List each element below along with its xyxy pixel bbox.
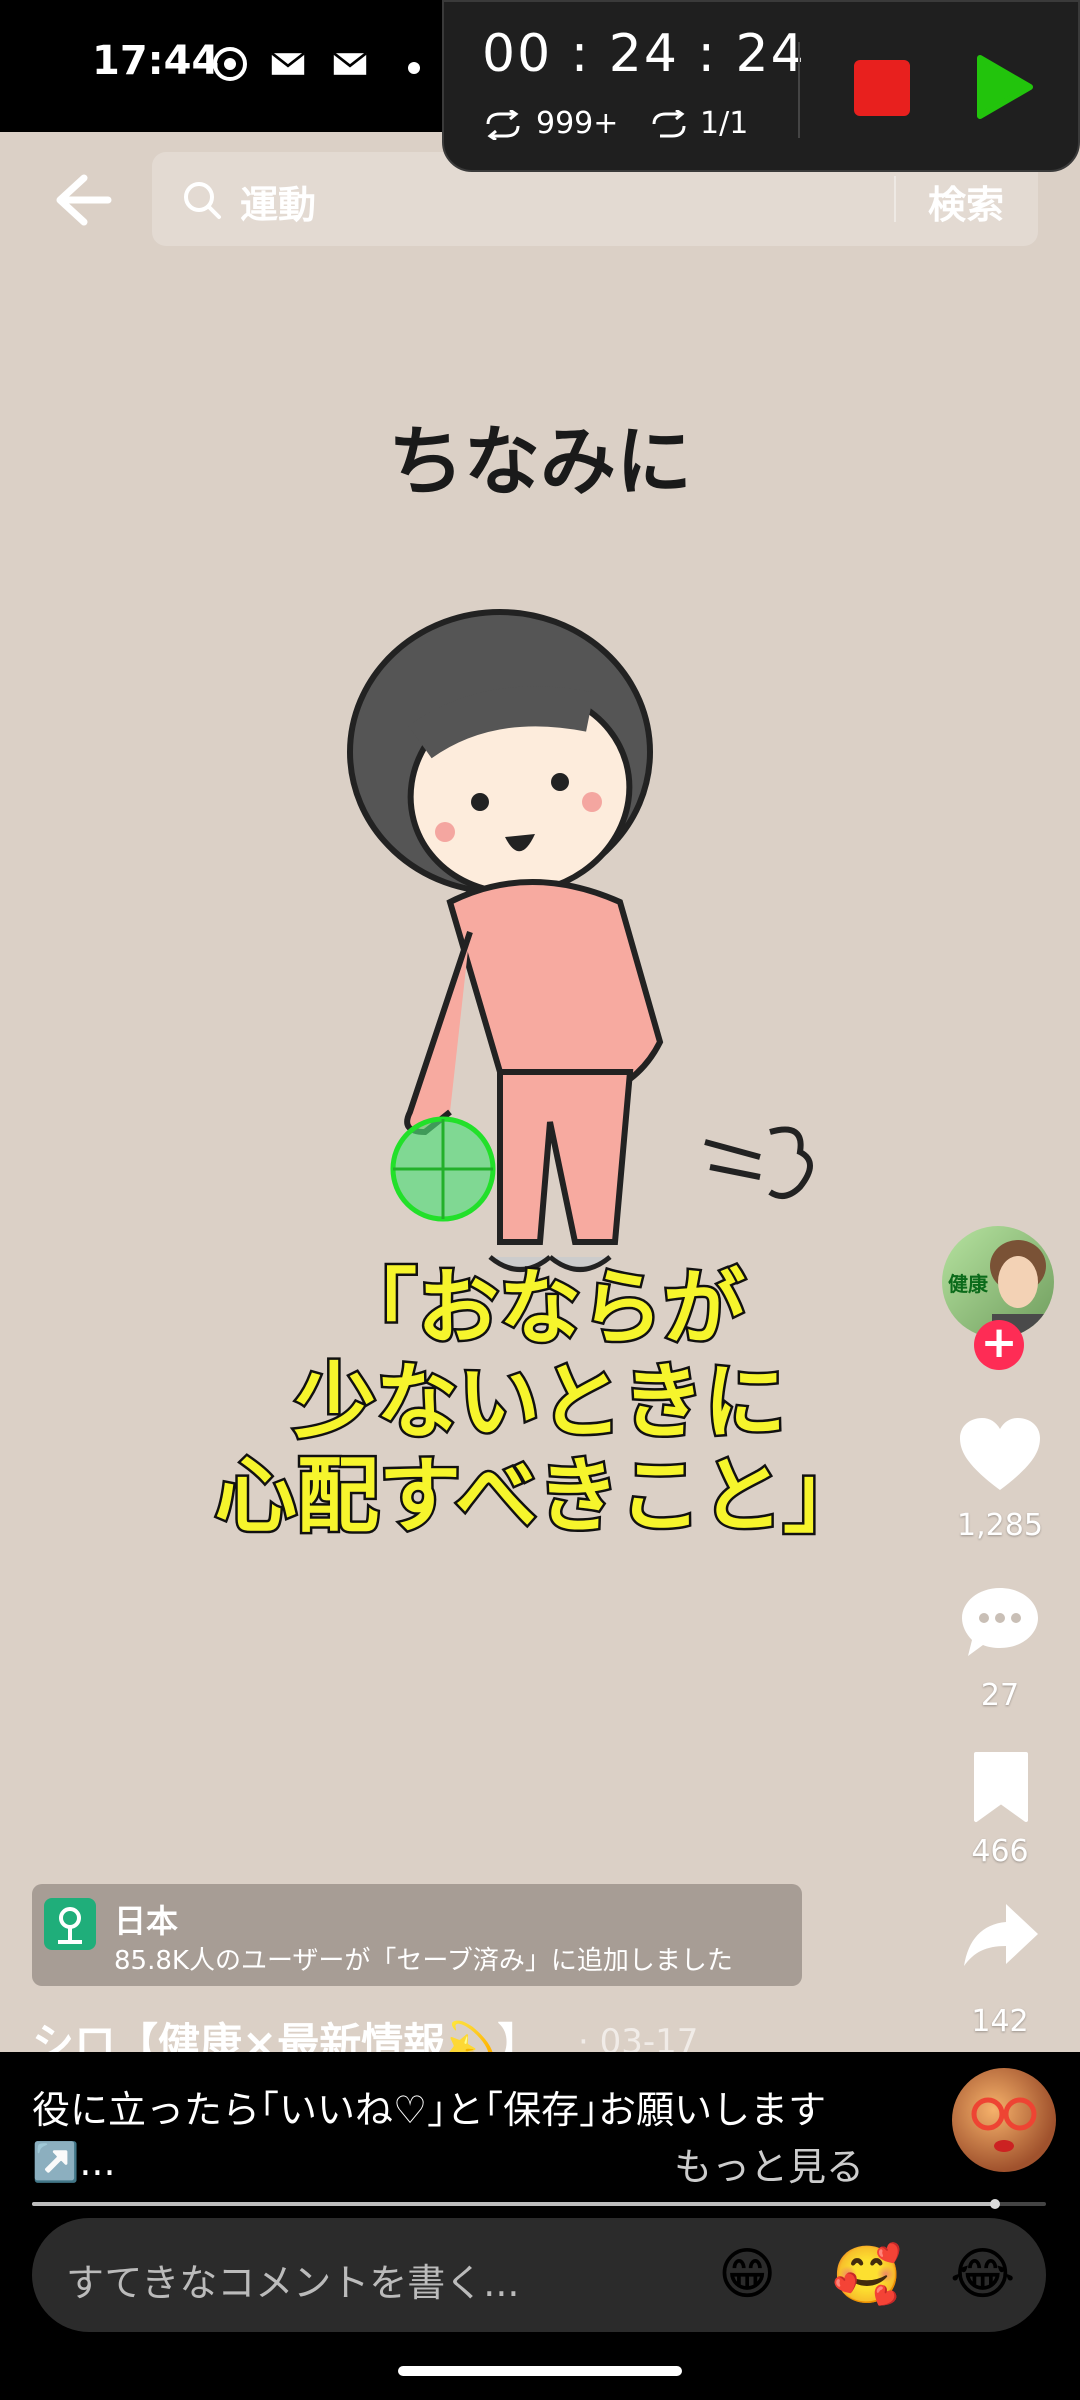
comment-input[interactable]: すてきなコメントを書く... [66,2252,519,2307]
comment-bubble-icon[interactable] [960,1584,1040,1660]
caption-line: 少ないときに [291,1353,788,1452]
share-arrow-icon[interactable] [962,1900,1040,1970]
bookmark-icon[interactable] [970,1750,1032,1824]
progress-fill [32,2202,996,2206]
avatar-tag: 健康 [948,1272,988,1296]
play-button[interactable] [974,54,1034,120]
share-count: 142 [971,2004,1029,2039]
see-more-link[interactable]: もっと見る [674,2136,864,2191]
loop-count: 999+ [536,106,619,141]
video-heading: ちなみに [388,417,692,506]
search-divider [894,176,896,222]
emoji-grin-button[interactable]: 😁 [718,2242,776,2307]
caption-line: 「おならが [332,1259,747,1358]
caption-line: 心配すべきこと」 [212,1447,867,1546]
location-subtitle: 85.8K人のユーザーが「セーブ済み」に追加しました [114,1946,733,1976]
comment-count: 27 [980,1678,1020,1713]
repeat-icon [486,110,520,140]
recorder-timer: 00 : 24 : 24 [482,24,806,84]
page-count: 1/1 [700,106,749,141]
comment-bar[interactable]: すてきなコメントを書く... 😁 🥰 😂 [32,2218,1046,2332]
chrome-icon [213,47,247,81]
video-caption: 「おならが 少ないときに 心配すべきこと」 [0,1259,1080,1546]
location-title: 日本 [114,1902,179,1940]
search-icon [184,182,221,219]
location-chip[interactable]: 日本 85.8K人のユーザーが「セーブ済み」に追加しました [32,1884,802,1986]
follow-button[interactable]: + [974,1320,1024,1370]
location-pin-icon [44,1898,96,1950]
mail-icon [270,52,306,75]
emoji-laugh-button[interactable]: 😂 [950,2242,1015,2307]
notification-dot-icon [408,62,420,74]
touch-indicator-icon [390,1116,496,1222]
stop-recording-button[interactable] [854,60,910,116]
search-input[interactable]: 運動 [240,174,316,229]
screen-recorder-panel: 00 : 24 : 24 999+ 1/1 [442,0,1080,172]
back-arrow-icon[interactable] [50,172,114,228]
description-panel: 役に立ったら｢いいね♡｣と｢保存｣お願いします↗️... もっと見る すてきなコ… [0,2052,1080,2400]
save-count: 466 [971,1834,1029,1869]
home-indicator[interactable] [398,2366,682,2376]
status-time: 17:44 [92,38,220,84]
mail-icon [332,52,368,75]
video-progress-bar[interactable] [32,2199,1046,2209]
emoji-love-button[interactable]: 🥰 [832,2242,902,2308]
recorder-divider [798,42,800,138]
loop-icon [652,110,686,138]
like-count: 1,285 [957,1508,1043,1543]
search-button[interactable]: 検索 [928,174,1004,229]
like-heart-icon[interactable] [958,1416,1042,1494]
music-avatar[interactable] [952,2068,1056,2172]
progress-thumb[interactable] [990,2199,1001,2209]
